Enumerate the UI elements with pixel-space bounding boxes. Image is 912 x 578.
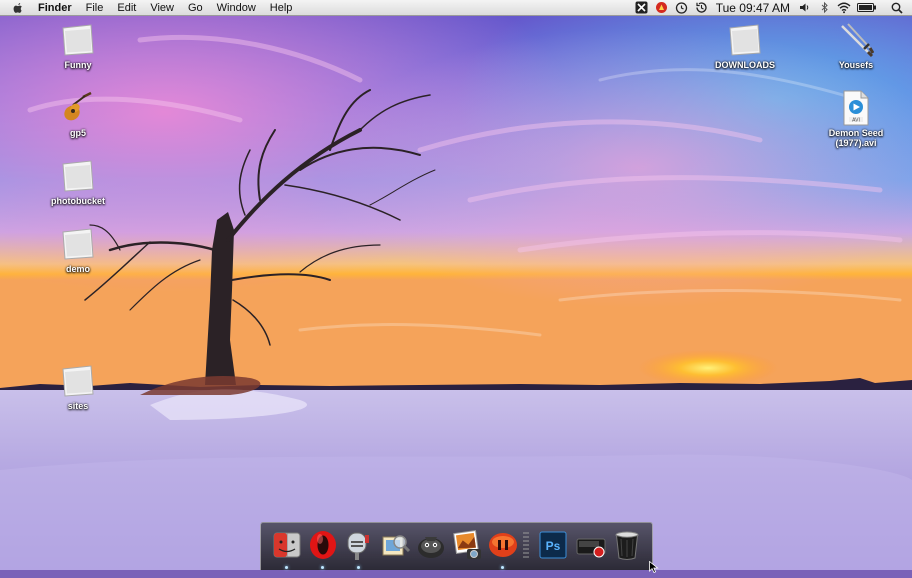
crossover-icon[interactable] xyxy=(635,1,649,14)
menu-bar: Finder File Edit View Go Window Help Tue… xyxy=(0,0,912,16)
spotlight-icon[interactable] xyxy=(890,1,904,14)
preview-icon xyxy=(379,529,411,561)
desktop-icon-label: Funny xyxy=(64,60,92,70)
dock-item-photoshop[interactable]: Ps xyxy=(537,529,569,563)
menu-extras: Tue 09:47 AM xyxy=(632,0,912,16)
dock-item-recording[interactable] xyxy=(575,529,607,563)
adium-icon xyxy=(415,529,447,561)
desktop-icon-gp5[interactable]: gp5 xyxy=(36,90,120,138)
trash-icon xyxy=(611,529,643,561)
dock-item-opera[interactable] xyxy=(307,529,339,569)
desktop-icon-downloads[interactable]: DOWNLOADS xyxy=(703,22,787,70)
running-indicator xyxy=(501,566,504,569)
menu-window[interactable]: Window xyxy=(210,0,263,16)
desktop-icon-label: DOWNLOADS xyxy=(715,60,775,70)
timer-icon[interactable] xyxy=(675,1,689,14)
dock: Ps xyxy=(260,522,653,570)
menu-view[interactable]: View xyxy=(143,0,181,16)
svg-text:AVI: AVI xyxy=(852,118,860,124)
menu-edit[interactable]: Edit xyxy=(110,0,143,16)
menu-go[interactable]: Go xyxy=(181,0,210,16)
desktop-icon-funny[interactable]: Funny xyxy=(36,22,120,70)
bluetooth-icon[interactable] xyxy=(817,1,831,14)
finder-icon xyxy=(271,529,303,561)
running-indicator xyxy=(285,566,288,569)
desktop-icon-sites[interactable]: sites xyxy=(36,363,120,411)
desktop-icon-label: demo xyxy=(65,264,90,274)
desktop-icon-demon-seed-avi[interactable]: AVI Demon Seed (1977).avi xyxy=(814,90,898,148)
menu-help[interactable]: Help xyxy=(263,0,300,16)
alert-icon[interactable] xyxy=(655,1,669,14)
photoshop-icon: Ps xyxy=(537,529,569,561)
folder-icon xyxy=(60,22,96,58)
mouse-cursor-icon xyxy=(649,560,659,574)
folder-icon xyxy=(60,158,96,194)
photoshop-label: Ps xyxy=(546,539,561,553)
dock-item-trash[interactable] xyxy=(611,529,643,563)
desktop-icon-demo[interactable]: demo xyxy=(36,226,120,274)
battery-icon[interactable] xyxy=(857,1,877,14)
dock-item-adium[interactable] xyxy=(415,529,447,563)
running-indicator xyxy=(321,566,324,569)
avi-file-icon: AVI xyxy=(838,90,874,126)
desktop-icon-label: Yousefs xyxy=(838,60,874,70)
folder-icon xyxy=(727,22,763,58)
folder-icon xyxy=(60,226,96,262)
recording-icon xyxy=(575,529,607,561)
desktop-wallpaper xyxy=(0,0,912,570)
opera-icon xyxy=(307,529,339,561)
swords-icon xyxy=(838,22,874,58)
desktop-icon-label: Demon Seed (1977).avi xyxy=(828,128,884,148)
dock-item-iphoto[interactable] xyxy=(451,529,483,563)
running-indicator xyxy=(357,566,360,569)
dock-item-preview[interactable] xyxy=(379,529,411,563)
time-machine-icon[interactable] xyxy=(695,1,709,14)
folder-icon xyxy=(60,363,96,399)
menu-finder[interactable]: Finder xyxy=(30,0,79,16)
media-player-icon xyxy=(487,529,519,561)
menu-file[interactable]: File xyxy=(79,0,111,16)
volume-icon[interactable] xyxy=(797,1,811,14)
desktop-icon-label: photobucket xyxy=(51,196,105,206)
iphoto-icon xyxy=(451,529,483,561)
desktop-icon-label: sites xyxy=(67,401,89,411)
desktop-icon-yousefs[interactable]: Yousefs xyxy=(814,22,898,70)
guitar-icon xyxy=(60,90,96,126)
desktop-icon-label: gp5 xyxy=(69,128,86,138)
apple-menu-icon[interactable] xyxy=(12,2,24,14)
dock-item-media-player[interactable] xyxy=(487,529,519,569)
dock-item-finder[interactable] xyxy=(271,529,303,569)
wifi-icon[interactable] xyxy=(837,1,851,14)
mail-icon xyxy=(343,529,375,561)
menu-clock[interactable]: Tue 09:47 AM xyxy=(712,1,794,15)
dock-item-mail[interactable] xyxy=(343,529,375,569)
desktop-icon-photobucket[interactable]: photobucket xyxy=(36,158,120,206)
dock-separator[interactable] xyxy=(523,529,529,563)
